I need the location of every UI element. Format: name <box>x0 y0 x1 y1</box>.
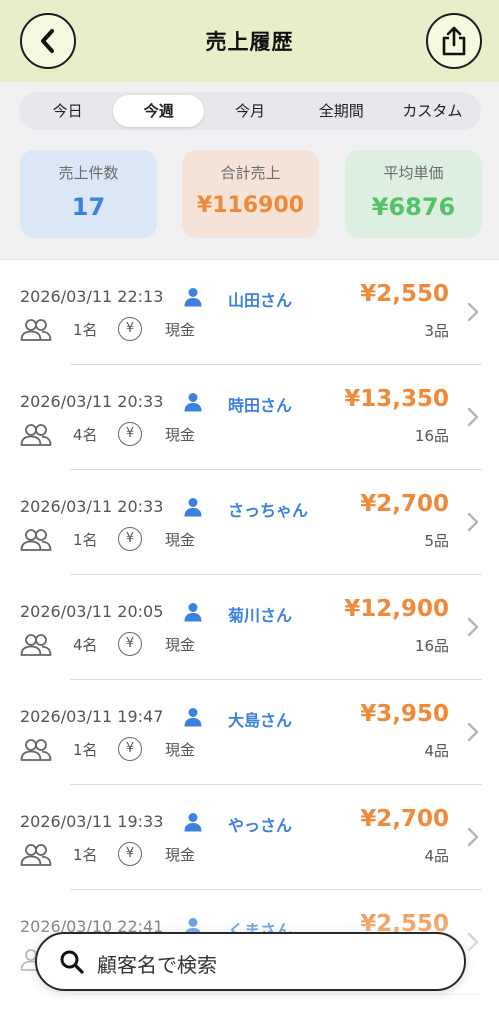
customer-name: 大島さん <box>228 711 293 730</box>
tab-custom[interactable]: カスタム <box>387 95 478 127</box>
sale-row[interactable]: 2026/03/11 20:05 菊川さん ¥12,900 4名 ¥ 現金 16… <box>0 575 499 680</box>
party-size: 4名 <box>73 636 98 654</box>
stat-value: ¥6876 <box>371 193 456 221</box>
person-icon <box>184 813 202 832</box>
yen-icon: ¥ <box>118 842 142 866</box>
party-size: 1名 <box>73 531 98 549</box>
customer-name: 菊川さん <box>228 606 293 625</box>
period-segmented-control: 今日 今週 今月 全期間 カスタム <box>19 92 481 130</box>
person-icon <box>184 288 202 307</box>
item-count: 5品 <box>424 532 449 550</box>
group-icon <box>20 319 52 341</box>
sale-datetime: 2026/03/11 20:33 <box>20 497 164 516</box>
stat-sales-count: 売上件数 17 <box>20 150 157 238</box>
party-size: 1名 <box>73 321 98 339</box>
stat-label: 平均単価 <box>383 164 444 182</box>
group-icon <box>20 529 52 551</box>
stat-value: 17 <box>71 193 106 221</box>
sale-datetime: 2026/03/11 19:47 <box>20 707 164 726</box>
item-count: 4品 <box>424 742 449 760</box>
customer-name: 山田さん <box>228 291 293 310</box>
party-size: 4名 <box>73 426 98 444</box>
period-selector-bar: 今日 今週 今月 全期間 カスタム <box>0 82 499 132</box>
party-size: 1名 <box>73 846 98 864</box>
group-icon <box>20 739 52 761</box>
payment-method: 現金 <box>165 741 196 759</box>
search-icon <box>60 950 84 974</box>
stat-total-sales: 合計売上 ¥116900 <box>182 150 319 238</box>
sale-datetime: 2026/03/11 19:33 <box>20 812 164 831</box>
sale-amount: ¥3,950 <box>360 701 449 727</box>
stat-label: 売上件数 <box>58 164 119 182</box>
tab-all-time[interactable]: 全期間 <box>296 95 387 127</box>
sale-amount: ¥2,550 <box>360 281 449 307</box>
sale-amount: ¥13,350 <box>344 386 449 412</box>
yen-icon: ¥ <box>118 632 142 656</box>
page-title: 売上履歴 <box>205 30 294 54</box>
sale-datetime: 2026/03/11 22:13 <box>20 287 164 306</box>
stat-value: ¥116900 <box>196 193 305 218</box>
chevron-right-icon <box>467 407 479 427</box>
person-icon <box>184 498 202 517</box>
tab-this-month[interactable]: 今月 <box>204 95 295 127</box>
group-icon <box>20 424 52 446</box>
item-count: 3品 <box>424 322 449 340</box>
stat-average-price: 平均単価 ¥6876 <box>345 150 482 238</box>
sale-amount: ¥2,700 <box>360 806 449 832</box>
payment-method: 現金 <box>165 426 196 444</box>
tab-today[interactable]: 今日 <box>22 95 113 127</box>
payment-method: 現金 <box>165 531 196 549</box>
chevron-right-icon <box>467 617 479 637</box>
tab-this-week[interactable]: 今週 <box>113 95 205 127</box>
chevron-right-icon <box>467 302 479 322</box>
group-icon <box>20 634 52 656</box>
customer-name: さっちゃん <box>228 501 309 520</box>
party-size: 1名 <box>73 741 98 759</box>
payment-method: 現金 <box>165 846 196 864</box>
sale-amount: ¥12,900 <box>344 596 449 622</box>
yen-icon: ¥ <box>118 737 142 761</box>
sale-datetime: 2026/03/11 20:05 <box>20 602 164 621</box>
summary-stats: 売上件数 17 合計売上 ¥116900 平均単価 ¥6876 <box>0 132 499 260</box>
customer-name: やっさん <box>228 816 293 835</box>
header: 売上履歴 <box>0 0 499 82</box>
chevron-right-icon <box>467 827 479 847</box>
sale-amount: ¥2,700 <box>360 491 449 517</box>
chevron-right-icon <box>467 722 479 742</box>
sale-row[interactable]: 2026/03/11 19:47 大島さん ¥3,950 1名 ¥ 現金 4品 <box>0 680 499 785</box>
search-input[interactable]: 顧客名で検索 <box>97 949 217 978</box>
sale-row[interactable]: 2026/03/11 20:33 時田さん ¥13,350 4名 ¥ 現金 16… <box>0 365 499 470</box>
person-icon <box>184 708 202 727</box>
stat-label: 合計売上 <box>220 164 281 182</box>
share-icon <box>442 26 466 56</box>
item-count: 4品 <box>424 847 449 865</box>
payment-method: 現金 <box>165 636 196 654</box>
group-icon <box>20 844 52 866</box>
person-icon <box>184 603 202 622</box>
payment-method: 現金 <box>165 321 196 339</box>
chevron-right-icon <box>467 512 479 532</box>
item-count: 16品 <box>414 637 449 655</box>
person-icon <box>184 393 202 412</box>
sale-row[interactable]: 2026/03/11 19:33 やっさん ¥2,700 1名 ¥ 現金 4品 <box>0 785 499 890</box>
share-button[interactable] <box>426 13 482 69</box>
yen-icon: ¥ <box>118 422 142 446</box>
sales-list: 2026/03/11 22:13 山田さん ¥2,550 1名 ¥ 現金 3品 … <box>0 260 499 995</box>
sale-row[interactable]: 2026/03/11 20:33 さっちゃん ¥2,700 1名 ¥ 現金 5品 <box>0 470 499 575</box>
yen-icon: ¥ <box>118 317 142 341</box>
sale-row[interactable]: 2026/03/11 22:13 山田さん ¥2,550 1名 ¥ 現金 3品 <box>0 260 499 365</box>
search-bar[interactable]: 顧客名で検索 <box>35 932 466 991</box>
item-count: 16品 <box>414 427 449 445</box>
sale-datetime: 2026/03/11 20:33 <box>20 392 164 411</box>
yen-icon: ¥ <box>118 527 142 551</box>
customer-name: 時田さん <box>228 396 293 415</box>
